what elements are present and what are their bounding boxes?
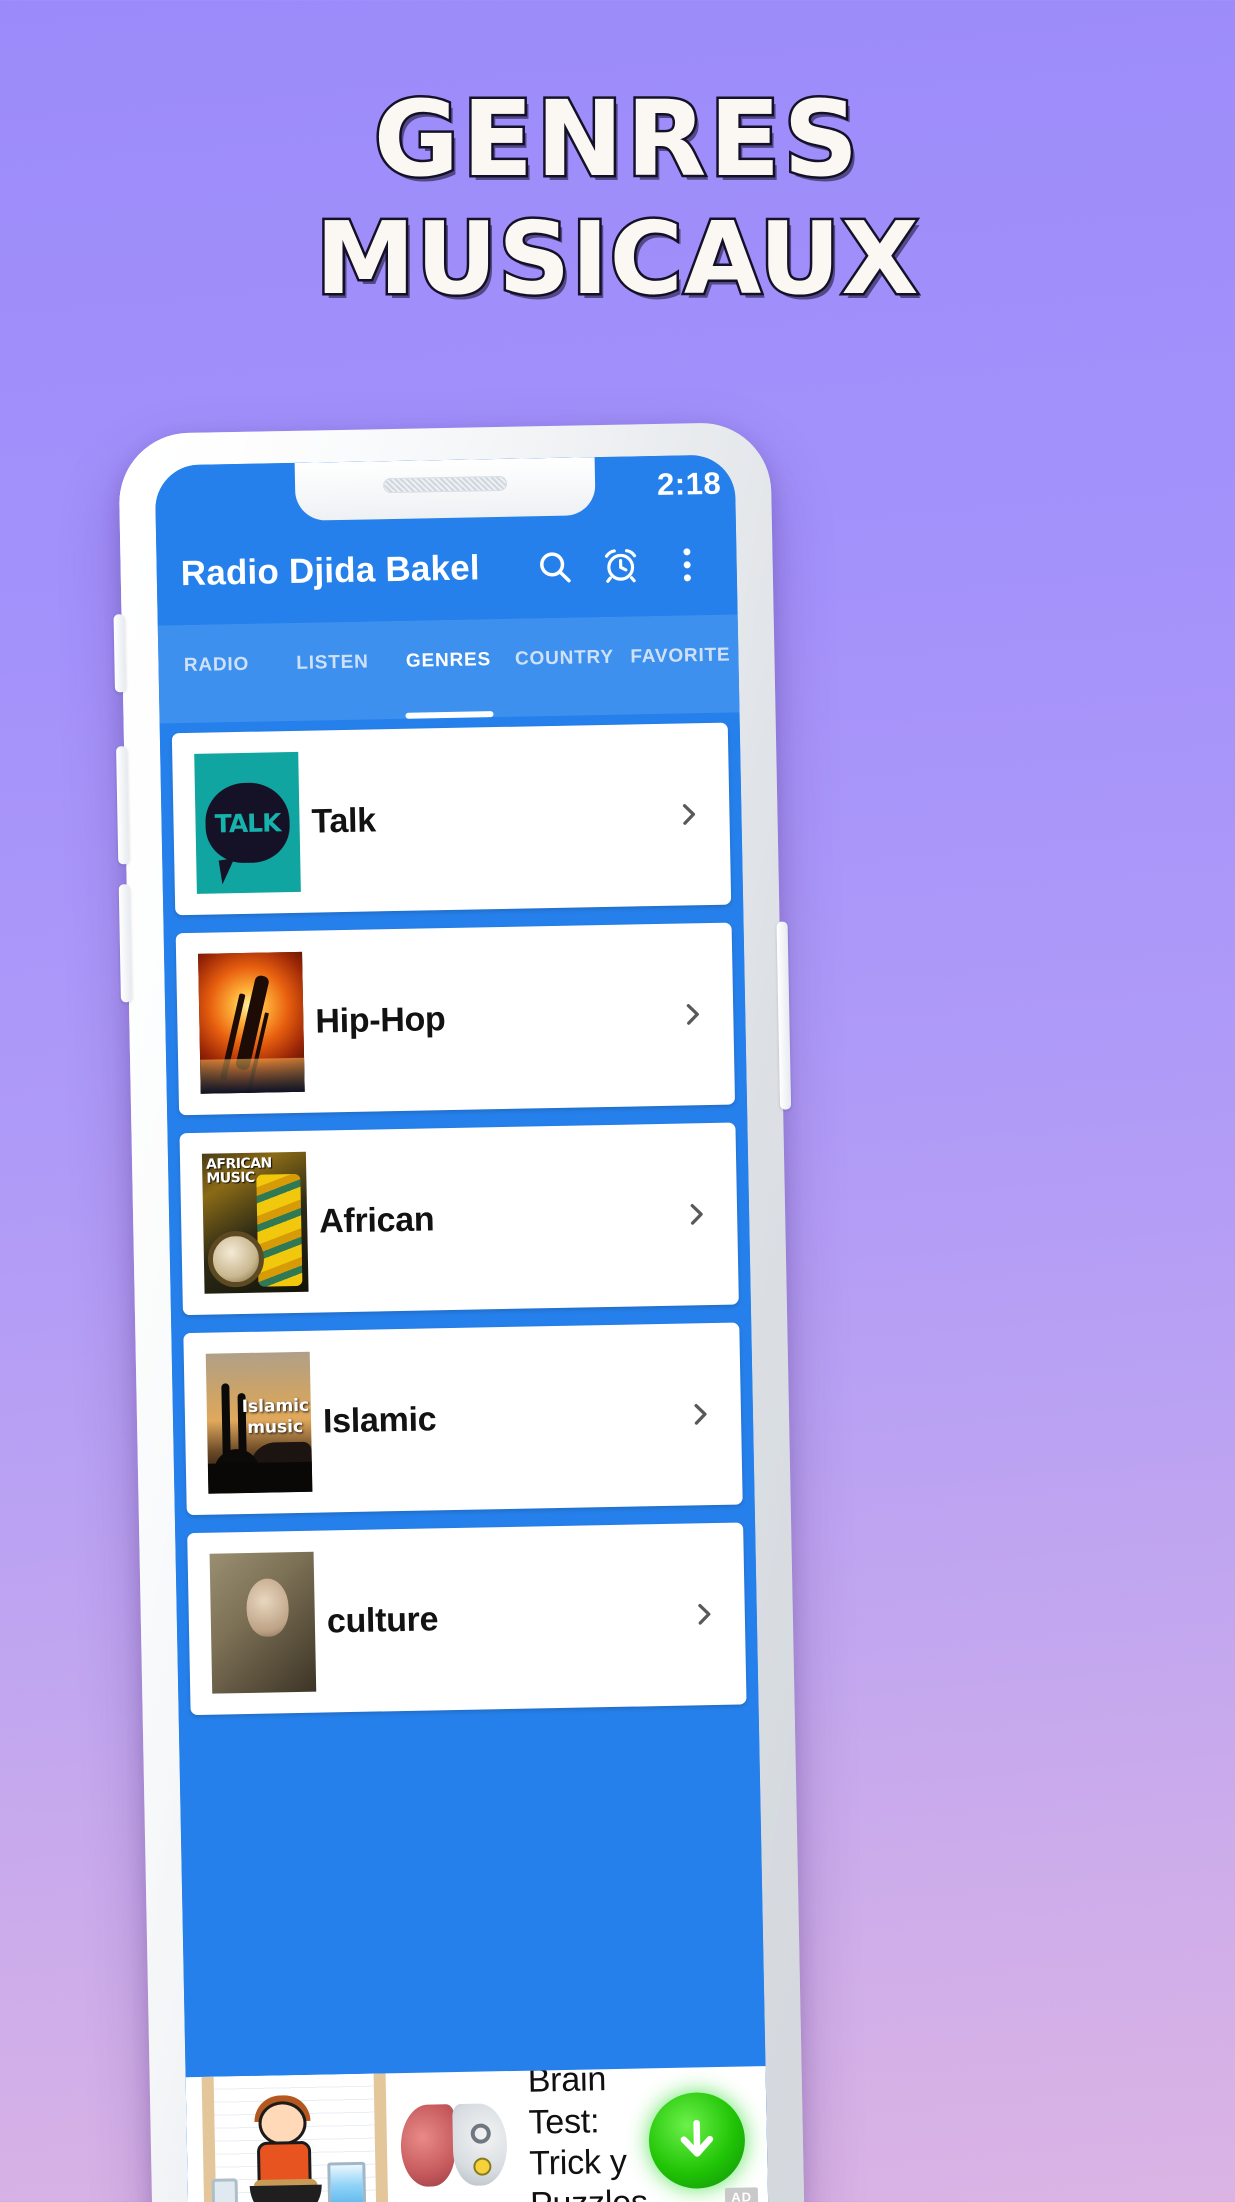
genre-list-item[interactable]: Hip-Hop	[175, 922, 736, 1116]
promo-headline: GENRES MUSICAUX	[0, 78, 1235, 318]
app-title: Radio Djida Bakel	[180, 548, 481, 594]
ad-badge: AD	[725, 2187, 759, 2202]
ad-title: Brain Test: Trick y Puzzles	[527, 2066, 648, 2202]
search-icon[interactable]	[526, 538, 583, 595]
genre-list-item[interactable]: Islamic music Islamic	[183, 1322, 743, 1516]
phone-mockup: 2:18 Radio Djida Bakel RADIO LISTEN GENR…	[113, 421, 805, 2202]
phone-button-volume-up[interactable]	[116, 746, 130, 865]
phone-button-power[interactable]	[776, 921, 792, 1110]
phone-button-silent[interactable]	[113, 614, 127, 693]
status-bar-clock: 2:18	[656, 465, 722, 502]
overflow-menu-icon[interactable]	[658, 536, 715, 593]
genre-thumbnail-islamic: Islamic music	[205, 1351, 313, 1494]
alarm-clock-icon[interactable]	[592, 537, 649, 594]
ad-artwork	[195, 2073, 395, 2202]
genre-label: Hip-Hop	[314, 999, 446, 1041]
chevron-right-icon	[690, 1204, 703, 1225]
headline-line-1: GENRES	[371, 78, 862, 200]
genre-label: Islamic	[322, 1399, 437, 1441]
genre-list-item[interactable]: AFRICAN MUSIC African	[179, 1122, 739, 1316]
thumbnail-caption: AFRICAN MUSIC	[205, 1155, 272, 1187]
chevron-right-icon	[686, 1004, 699, 1025]
chevron-right-icon	[682, 804, 696, 825]
phone-screen: 2:18 Radio Djida Bakel RADIO LISTEN GENR…	[154, 454, 769, 2202]
ad-banner[interactable]: Brain Test: Trick y Puzzles AD	[185, 2066, 769, 2202]
genre-thumbnail-talk: TALK	[194, 751, 301, 894]
genre-list[interactable]: TALK Talk Hip-Hop AFRICAN MUSIC African	[159, 712, 769, 2202]
brain-icon	[396, 2085, 516, 2202]
tab-bar: RADIO LISTEN GENRES COUNTRY FAVORITE	[157, 614, 740, 724]
genre-thumbnail-culture	[209, 1551, 317, 1694]
genre-list-item[interactable]: culture	[187, 1522, 747, 1716]
tab-country[interactable]: COUNTRY	[506, 617, 624, 717]
phone-button-volume-down[interactable]	[118, 884, 132, 1003]
genre-thumbnail-african: AFRICAN MUSIC	[201, 1151, 309, 1294]
tab-listen[interactable]: LISTEN	[274, 621, 392, 721]
chevron-right-icon	[698, 1603, 711, 1625]
tab-genres[interactable]: GENRES	[390, 619, 508, 719]
download-arrow-icon[interactable]	[648, 2091, 746, 2190]
earpiece-speaker	[382, 475, 508, 494]
genre-list-item[interactable]: TALK Talk	[171, 722, 732, 916]
headline-line-2: MUSICAUX	[313, 200, 921, 318]
phone-notch	[294, 457, 596, 521]
genre-thumbnail-hip-hop	[198, 951, 305, 1094]
tab-radio[interactable]: RADIO	[158, 623, 276, 723]
genre-label: African	[318, 1199, 435, 1241]
tab-favorite[interactable]: FAVORITE	[622, 614, 740, 714]
chevron-right-icon	[694, 1403, 707, 1425]
thumbnail-caption: Islamic music	[241, 1395, 310, 1439]
thumbnail-caption: TALK	[214, 807, 281, 838]
app-bar: Radio Djida Bakel	[155, 512, 738, 626]
genre-label: culture	[326, 1599, 439, 1640]
genre-label: Talk	[311, 800, 377, 841]
